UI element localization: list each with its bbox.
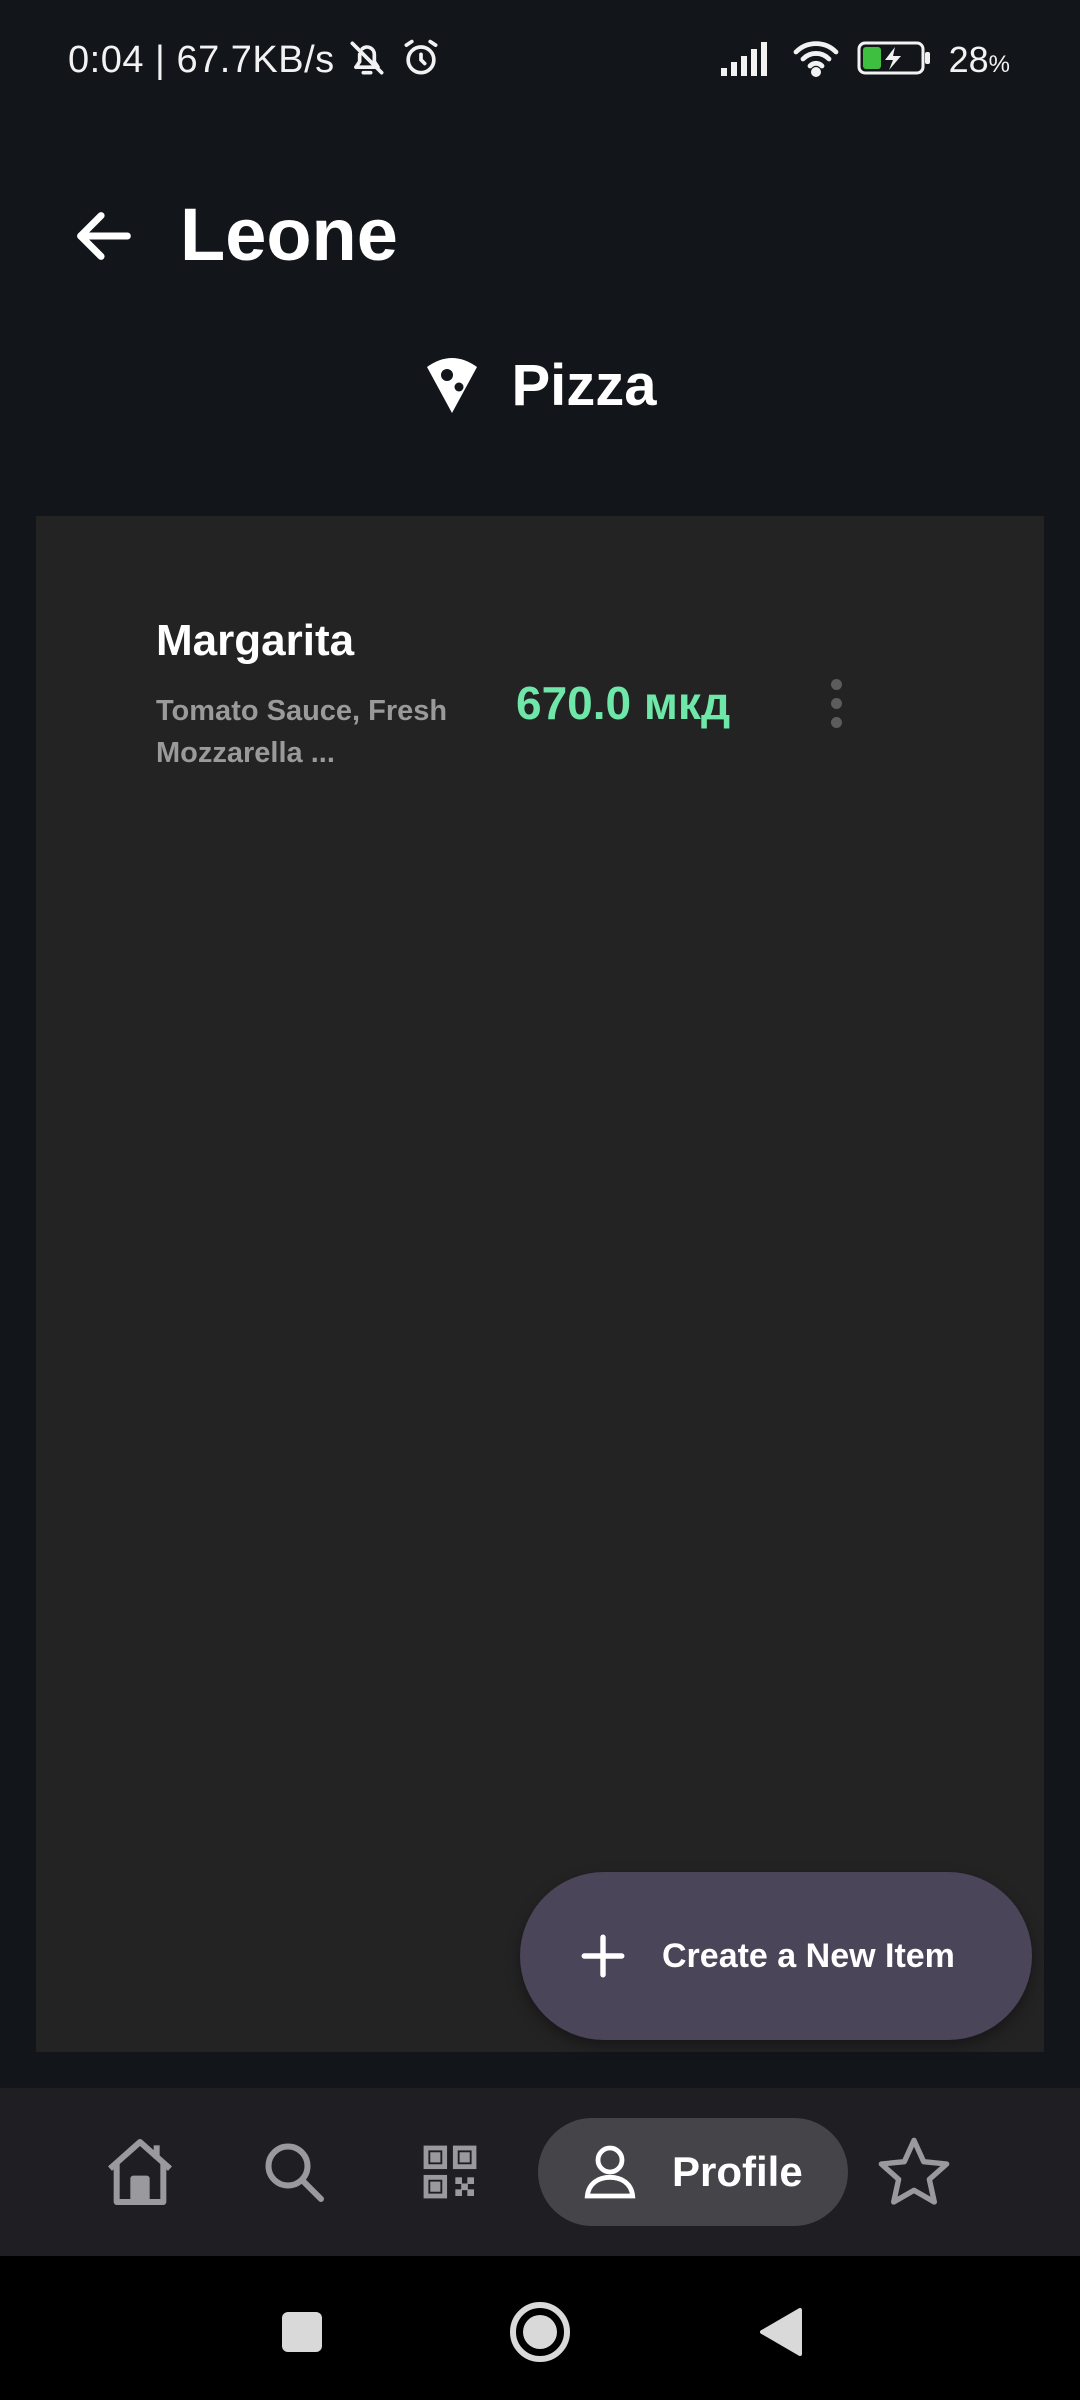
home-system-button[interactable] (500, 2292, 580, 2372)
wifi-icon (791, 38, 841, 83)
status-left: 0:04 | 67.7KB/s (68, 32, 443, 88)
battery-charging-icon (857, 38, 933, 83)
battery-value: 28 (948, 39, 989, 80)
signal-icon (720, 40, 775, 81)
triangle-back-icon (760, 2308, 802, 2356)
home-icon (108, 2139, 172, 2205)
back-system-button[interactable] (740, 2292, 820, 2372)
pizza-slice-icon (423, 351, 481, 420)
list-item[interactable]: Margarita Tomato Sauce, Fresh Mozzarella… (156, 596, 916, 769)
nav-home[interactable] (90, 2118, 190, 2226)
page-title: Leone (180, 193, 398, 276)
system-navigation-bar (0, 2256, 1080, 2400)
category-title: Pizza (511, 352, 657, 418)
nav-profile-label: Profile (672, 2148, 803, 2195)
create-item-button[interactable]: Create a New Item (520, 1872, 1032, 2040)
recents-button[interactable] (262, 2292, 342, 2372)
status-time-speed: 0:04 | 67.7KB/s (68, 38, 335, 81)
back-button[interactable] (66, 198, 142, 274)
circle-icon (510, 2302, 570, 2362)
item-name: Margarita (156, 616, 355, 665)
app-screen: 0:04 | 67.7KB/s 28% Leone Pizza Margarit… (0, 0, 1080, 2400)
alarm-icon (399, 36, 443, 85)
square-icon (282, 2312, 322, 2352)
person-icon (584, 2145, 636, 2199)
battery-unit: % (988, 51, 1010, 78)
bottom-navigation: Profile (0, 2088, 1080, 2256)
status-right: 28% (720, 32, 1010, 88)
status-bar: 0:04 | 67.7KB/s 28% (0, 0, 1080, 120)
arrow-left-icon (77, 212, 131, 260)
header: Leone (0, 180, 1080, 290)
items-panel: Margarita Tomato Sauce, Fresh Mozzarella… (36, 516, 1044, 2052)
mute-icon (345, 36, 389, 85)
nav-profile[interactable]: Profile (538, 2118, 848, 2226)
battery-level: 28% (949, 39, 1010, 81)
plus-icon (581, 1934, 625, 1978)
item-price: 670.0 мкд (516, 677, 731, 729)
search-icon (265, 2143, 324, 2202)
item-description: Tomato Sauce, Fresh Mozzarella ... (156, 695, 448, 769)
nav-search[interactable] (244, 2118, 344, 2226)
star-icon (878, 2137, 950, 2205)
nav-qr[interactable] (400, 2118, 500, 2226)
nav-favorites[interactable] (864, 2118, 964, 2226)
category-header: Pizza (0, 340, 1080, 430)
create-item-label: Create a New Item (662, 1936, 955, 1975)
more-vert-icon[interactable] (816, 668, 856, 738)
qr-code-icon (423, 2145, 477, 2199)
